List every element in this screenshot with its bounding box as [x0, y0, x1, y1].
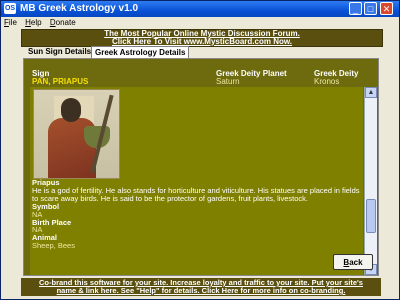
tab-greek-astrology-details[interactable]: Greek Astrology Details: [91, 46, 190, 58]
deity-description: He is a god of fertility. He also stands…: [32, 185, 360, 203]
detail-text: Priapus He is a god of fertility. He als…: [32, 179, 362, 250]
app-window: OS MB Greek Astrology v1.0 _ □ ✕ File He…: [0, 0, 400, 300]
forum-banner-link[interactable]: The Most Popular Online Mystic Discussio…: [21, 29, 383, 47]
minimize-button[interactable]: _: [349, 2, 362, 15]
symbol-label: Symbol: [32, 201, 60, 211]
menu-bar: File Help Donate: [1, 17, 399, 28]
detail-pane: Priapus He is a god of fertility. He als…: [30, 87, 363, 275]
priapus-image: [33, 89, 120, 179]
sign-value: PAN, PRIAPUS: [32, 77, 89, 86]
tab-panel: Sign PAN, PRIAPUS Greek Deity Planet Sat…: [23, 58, 379, 276]
menu-help[interactable]: Help: [22, 17, 44, 28]
app-icon: OS: [4, 3, 16, 14]
maximize-button[interactable]: □: [364, 2, 377, 15]
banner-line-2: Click Here To Visit www.MysticBoard.com …: [111, 37, 293, 46]
birth-place-label: Birth Place: [32, 217, 72, 227]
title-bar[interactable]: OS MB Greek Astrology v1.0 _ □ ✕: [1, 1, 399, 17]
back-button[interactable]: Back: [333, 254, 373, 270]
menu-file[interactable]: File: [1, 17, 20, 28]
scroll-up-icon[interactable]: ▲: [365, 87, 377, 98]
birth-place-value: NA: [32, 225, 43, 235]
menu-donate[interactable]: Donate: [47, 17, 79, 28]
scroll-thumb[interactable]: [366, 199, 376, 233]
planet-value: Saturn: [216, 77, 240, 86]
symbol-value: NA: [32, 209, 43, 219]
tab-sun-sign-details[interactable]: Sun Sign Details: [25, 46, 94, 57]
deity-value: Kronos: [314, 77, 340, 86]
detail-scrollbar[interactable]: ▲ ▼: [364, 87, 377, 275]
cobrand-footer-link[interactable]: Co-brand this software for your site. In…: [21, 278, 381, 296]
window-title: MB Greek Astrology v1.0: [20, 3, 139, 14]
close-button[interactable]: ✕: [380, 2, 393, 15]
footer-line-2: name & link here. See "Help" for details…: [56, 286, 346, 295]
animal-label: Animal: [32, 233, 58, 243]
animal-value: Sheep, Bees: [32, 241, 75, 251]
